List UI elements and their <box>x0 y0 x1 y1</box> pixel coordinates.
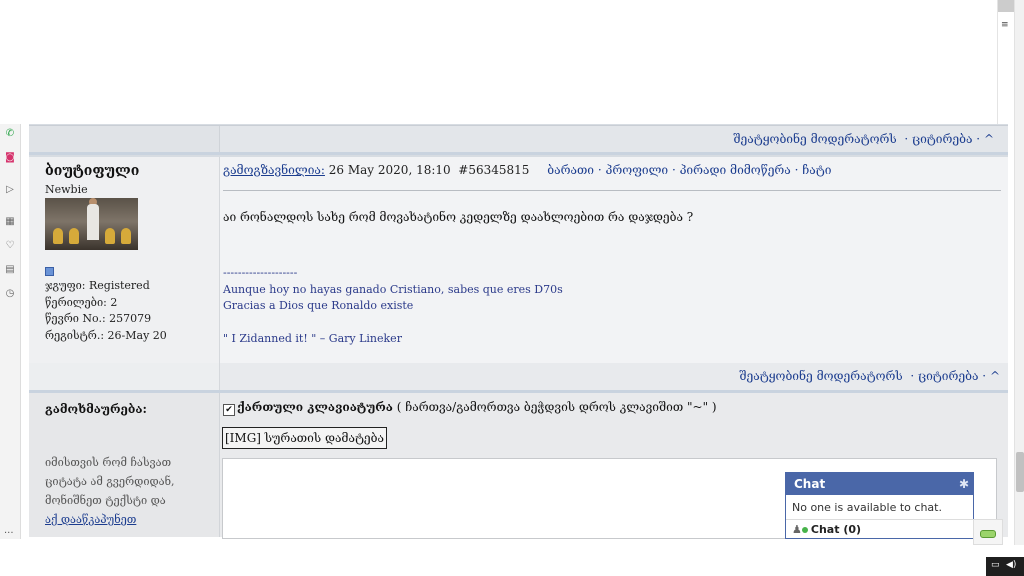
chat-footer[interactable]: ♟ Chat (0) <box>786 520 973 539</box>
thread-bar: შეატყობინე მოდერატორს · ციტირება · ^ <box>29 125 1008 153</box>
separator: · <box>976 132 981 146</box>
separator: · <box>900 132 909 146</box>
divider <box>29 152 1008 155</box>
add-image-button[interactable]: [IMG] სურათის დამატება <box>222 427 387 449</box>
toggle-switch-icon <box>980 530 996 538</box>
quote-hint: იმისთვის რომ ჩასვათ ციტატა ამ გვერდიდან,… <box>45 453 215 529</box>
chat-toggle[interactable] <box>973 519 1003 545</box>
avatar-figure <box>87 204 99 240</box>
chat-header[interactable]: Chat ✱ <box>786 473 973 495</box>
chat-widget: Chat ✱ No one is available to chat. ♟ Cha… <box>785 472 974 539</box>
scrollbar-thumb[interactable] <box>1016 452 1024 492</box>
signature-spacer <box>223 315 563 331</box>
menu-icon[interactable]: ≡ <box>1001 20 1009 30</box>
clock-icon[interactable]: ◷ <box>4 288 16 300</box>
avatar-trophy <box>121 228 131 244</box>
profile-link[interactable]: პროფილი <box>605 163 668 177</box>
avatar-trophy <box>105 228 115 244</box>
volume-icon[interactable]: ◀) <box>1006 560 1016 570</box>
post-signature: -------------------- Aunque hoy no hayas… <box>223 265 563 347</box>
online-icon <box>801 527 808 533</box>
report-moderator-link[interactable]: შეატყობინე მოდერატორს <box>739 369 902 383</box>
forum-post: ბიუტიფული Newbie ჯგუფი: Registered წერილ… <box>29 157 1008 363</box>
thread-bar-left <box>29 126 220 153</box>
gear-icon[interactable]: ✱ <box>959 473 969 495</box>
quote-hint-link[interactable]: აქ დააწკაპუნეთ <box>45 513 136 526</box>
reply-left-panel: გამოხმაურება: იმისთვის რომ ჩასვათ ციტატა… <box>29 393 220 537</box>
chat-title: Chat <box>794 477 826 491</box>
more-icon[interactable]: ··· <box>4 528 14 539</box>
author-registered: რეგისტრ.: 26-May 20 <box>45 328 167 342</box>
post-footer-bar: შეატყობინე მოდერატორს · ციტირება · ^ <box>29 363 1008 390</box>
avatar <box>45 198 138 250</box>
keyboard-checkbox[interactable]: ✔ <box>223 404 235 416</box>
online-status-icon <box>45 267 54 276</box>
post-header-divider <box>223 190 1001 191</box>
quote-link[interactable]: ციტირება <box>912 132 972 146</box>
keyboard-hint: ( ჩართვა/გამორთვა ბეჭდვის დროს კლავიშით … <box>396 400 717 414</box>
author-group: ჯგუფი: Registered <box>45 279 150 292</box>
browser-sidebar: ✆ ◙ ▷ ▦ ♡ ▤ ◷ ··· <box>0 124 21 539</box>
quote-link[interactable]: ციტირება <box>918 369 978 383</box>
chat-footer-label: Chat <box>810 523 840 536</box>
instagram-icon[interactable]: ◙ <box>4 152 16 164</box>
post-author-panel: ბიუტიფული Newbie ჯგუფი: Registered წერილ… <box>29 157 220 363</box>
chat-status: No one is available to chat. <box>786 495 973 520</box>
avatar-trophy <box>69 228 79 244</box>
page-scrollbar[interactable] <box>1014 0 1024 545</box>
reply-label: გამოხმაურება: <box>45 402 147 416</box>
signature-line: " I Zidanned it! " – Gary Lineker <box>223 331 402 345</box>
chat-link[interactable]: ჩატი <box>802 163 831 177</box>
bottom-area <box>0 545 1024 576</box>
scroll-up-link[interactable]: ^ <box>990 369 1000 383</box>
keyboard-toggle-row: ✔ ქართული კლავიატურა ( ჩართვა/გამორთვა ბე… <box>223 400 717 416</box>
card-link[interactable]: ბარათი <box>547 163 594 177</box>
post-footer-left <box>29 363 220 390</box>
apps-icon[interactable]: ▦ <box>4 216 16 228</box>
post-author-link[interactable]: გამოგზავნილია: <box>223 163 325 177</box>
signature-line: Gracias a Dios que Ronaldo existe <box>223 299 414 312</box>
separator: · <box>982 369 987 383</box>
author-member-no: წევრი No.: 257079 <box>45 312 152 325</box>
author-posts: წერილები: 2 <box>45 295 118 309</box>
avatar-trophy <box>53 228 63 244</box>
scroll-up-link[interactable]: ^ <box>984 132 994 146</box>
post-header: გამოგზავნილია: 26 May 2020, 18:10 #56345… <box>223 163 831 177</box>
author-name[interactable]: ბიუტიფული <box>45 163 139 179</box>
private-message-link[interactable]: პირადი მიმოწერა <box>680 163 791 177</box>
panel-header <box>998 0 1015 12</box>
system-tray: ▭ ◀) <box>986 557 1024 576</box>
whatsapp-icon[interactable]: ✆ <box>4 128 16 140</box>
send-icon[interactable]: ▷ <box>4 184 16 196</box>
post-body: გამოგზავნილია: 26 May 2020, 18:10 #56345… <box>223 157 1008 363</box>
user-icon: ♟ <box>792 523 802 536</box>
post-text: აი რონალდოს სახე რომ მოვახატინო კედელზე … <box>223 210 694 224</box>
post-user-links: ბარათი · პროფილი · პირადი მიმოწერა · ჩატ… <box>547 163 832 177</box>
post-date: 26 May 2020, 18:10 <box>328 163 451 177</box>
signature-line: Aunque hoy no hayas ganado Cristiano, sa… <box>223 282 563 296</box>
keyboard-label[interactable]: ქართული კლავიატურა <box>237 400 393 414</box>
author-info: ჯგუფი: Registered წერილები: 2 წევრი No.:… <box>45 278 167 344</box>
news-icon[interactable]: ▤ <box>4 264 16 276</box>
separator: · <box>906 369 915 383</box>
report-moderator-link[interactable]: შეატყობინე მოდერატორს <box>733 132 896 146</box>
quote-hint-text: იმისთვის რომ ჩასვათ ციტატა ამ გვერდიდან,… <box>45 456 175 507</box>
heart-icon[interactable]: ♡ <box>4 240 16 252</box>
author-rank: Newbie <box>45 183 88 196</box>
chat-count: (0) <box>843 523 862 536</box>
post-id[interactable]: #56345815 <box>458 163 529 177</box>
thread-bar-links: შეატყობინე მოდერატორს · ციტირება · ^ <box>733 132 994 146</box>
signature-divider: -------------------- <box>223 266 298 279</box>
browser-right-strip: ≡ <box>997 0 1015 124</box>
post-footer-links: შეატყობინე მოდერატორს · ციტირება · ^ <box>739 369 1000 383</box>
network-icon[interactable]: ▭ <box>991 560 1000 570</box>
